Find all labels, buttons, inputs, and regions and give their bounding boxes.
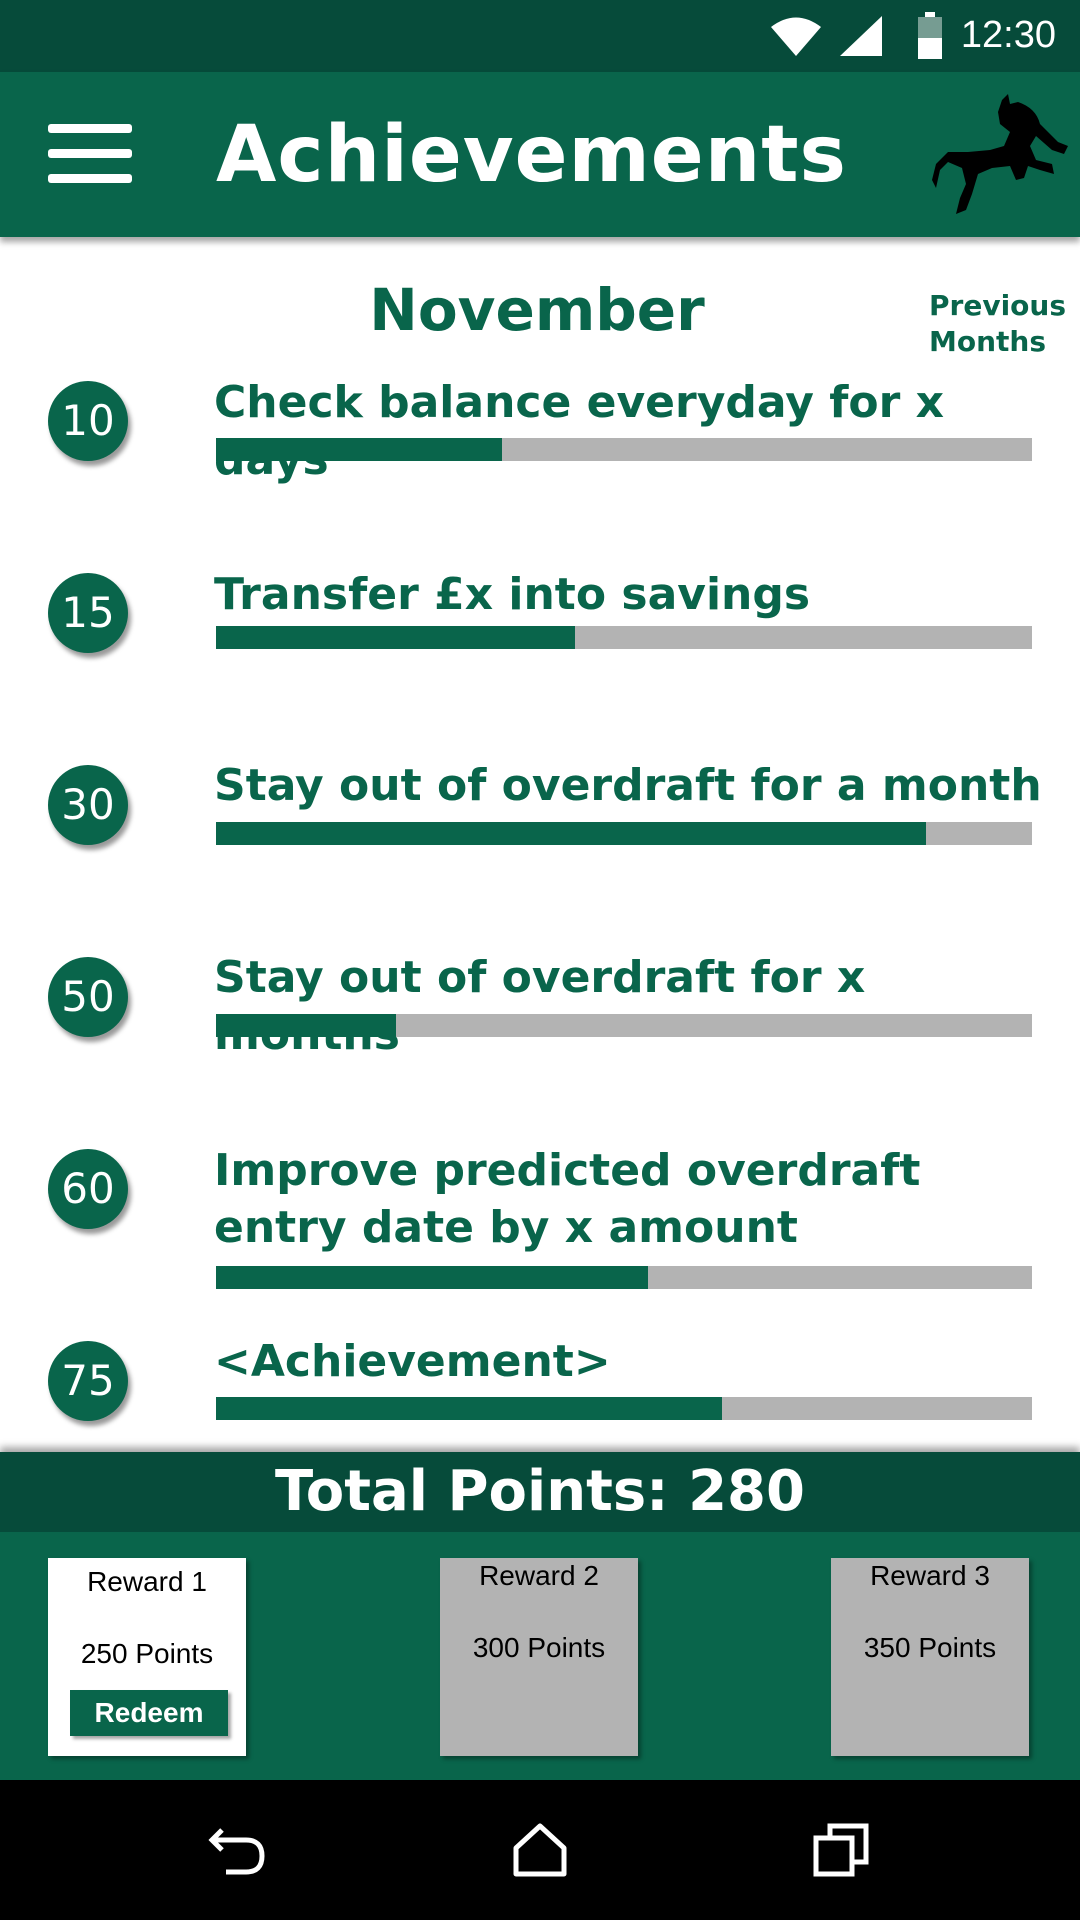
reward-name: Reward 2 bbox=[479, 1560, 599, 1591]
progress-bar bbox=[216, 1266, 1032, 1289]
black-horse-logo bbox=[932, 94, 1068, 214]
status-time: 12:30 bbox=[960, 14, 1056, 56]
progress-fill bbox=[216, 1266, 649, 1289]
redeem-button[interactable]: Redeem bbox=[70, 1690, 228, 1736]
achievement-label: Stay out of overdraft for a month bbox=[214, 760, 1042, 811]
reward-points: 300 Points bbox=[472, 1632, 606, 1663]
previous-months-link[interactable]: Previous Months bbox=[929, 288, 1066, 360]
achievement-label: Check balance everyday for x days bbox=[214, 377, 944, 485]
achievement-label: Stay out of overdraft for x months bbox=[214, 952, 866, 1060]
progress-bar bbox=[216, 626, 1032, 649]
app-bar: Achievements bbox=[0, 72, 1080, 237]
recents-icon[interactable] bbox=[812, 1820, 872, 1880]
rewards-panel: Reward 1 250 Points Redeem Reward 2 300 … bbox=[0, 1532, 1080, 1780]
reward-points: 350 Points bbox=[863, 1632, 997, 1663]
progress-fill bbox=[216, 1014, 396, 1037]
total-points-bar: Total Points: 280 bbox=[0, 1452, 1080, 1532]
progress-fill bbox=[216, 626, 576, 649]
points-badge: 10 bbox=[48, 381, 128, 461]
month-heading: November bbox=[369, 276, 705, 344]
reward-card-3[interactable]: Reward 3 350 Points bbox=[831, 1558, 1029, 1756]
system-nav-bar bbox=[0, 1780, 1080, 1920]
achievement-label: Improve predicted overdraft entry date b… bbox=[214, 1145, 921, 1253]
points-badge: 60 bbox=[48, 1149, 128, 1229]
battery-icon bbox=[918, 12, 942, 59]
page-title: Achievements bbox=[216, 110, 847, 200]
wifi-icon bbox=[771, 17, 821, 56]
progress-bar bbox=[216, 822, 1032, 845]
back-icon[interactable] bbox=[208, 1820, 268, 1880]
reward-name: Reward 3 bbox=[870, 1560, 990, 1591]
progress-bar bbox=[216, 438, 1032, 461]
progress-bar bbox=[216, 1397, 1032, 1420]
progress-fill bbox=[216, 438, 502, 461]
status-bar: 12:30 bbox=[0, 0, 1080, 72]
achievement-label: <Achievement> bbox=[214, 1336, 611, 1387]
reward-name: Reward 1 bbox=[87, 1566, 207, 1597]
reward-points: 250 Points bbox=[80, 1638, 214, 1669]
progress-fill bbox=[216, 1397, 722, 1420]
home-icon[interactable] bbox=[510, 1820, 570, 1880]
points-badge: 50 bbox=[48, 957, 128, 1037]
points-badge: 30 bbox=[48, 765, 128, 845]
progress-bar bbox=[216, 1014, 1032, 1037]
hamburger-menu-icon[interactable] bbox=[48, 124, 132, 183]
progress-fill bbox=[216, 822, 926, 845]
reward-card-1[interactable]: Reward 1 250 Points Redeem bbox=[48, 1558, 246, 1756]
achievement-label: Transfer £x into savings bbox=[214, 569, 811, 620]
points-badge: 75 bbox=[48, 1341, 128, 1421]
signal-icon bbox=[840, 16, 882, 56]
reward-card-2[interactable]: Reward 2 300 Points bbox=[440, 1558, 638, 1756]
points-badge: 15 bbox=[48, 573, 128, 653]
